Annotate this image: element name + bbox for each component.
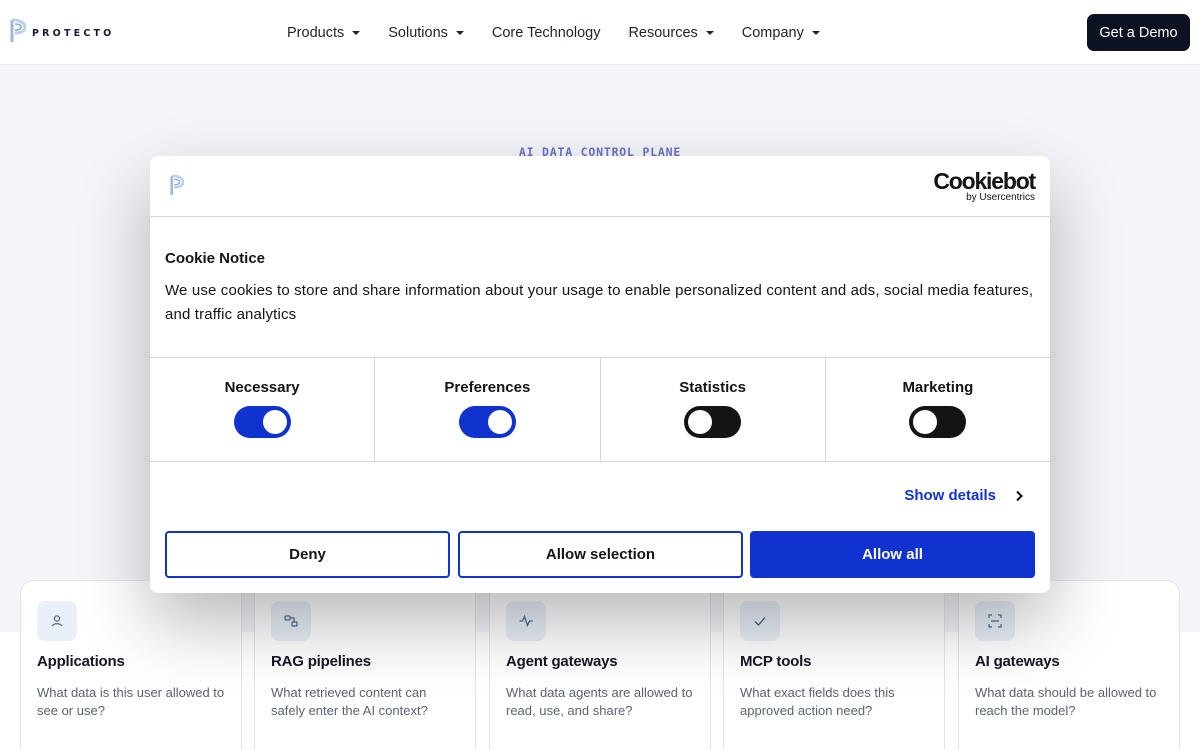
consent-toggles: Necessary Preferences Statistics Marketi… <box>150 357 1050 462</box>
card-agent-gateways[interactable]: Agent gateways What data agents are allo… <box>489 580 711 750</box>
card-rag-pipelines[interactable]: RAG pipelines What retrieved content can… <box>254 580 476 750</box>
statistics-switch[interactable] <box>684 406 742 438</box>
toggle-label: Marketing <box>902 379 974 396</box>
cookiebot-wordmark: Cookiebot <box>933 168 1036 194</box>
card-text: What data is this user allowed to see or… <box>37 685 225 718</box>
toggle-label: Preferences <box>444 379 531 396</box>
protecto-logo-icon <box>170 174 184 196</box>
show-details-link[interactable]: Show details <box>904 487 996 504</box>
necessary-switch[interactable] <box>233 406 291 438</box>
nav-core-technology[interactable]: Core Technology <box>492 25 601 41</box>
scan-icon <box>975 601 1015 641</box>
card-title: RAG pipelines <box>271 653 371 670</box>
dialog-header: Cookiebot by Usercentrics <box>150 156 1050 217</box>
card-text: What data agents are allowed to read, us… <box>506 685 693 718</box>
nav-label: Solutions <box>388 24 448 41</box>
nav-solutions[interactable]: Solutions <box>388 25 464 41</box>
protecto-logo[interactable]: PROTECTO <box>10 18 114 44</box>
card-applications[interactable]: Applications What data is this user allo… <box>20 580 242 750</box>
card-title: Applications <box>37 653 125 670</box>
card-text: What exact fields does this approved act… <box>740 685 895 718</box>
check-icon <box>740 601 780 641</box>
protecto-logo-icon <box>10 18 26 42</box>
switch-knob <box>688 410 713 434</box>
nav-label: Company <box>741 24 804 41</box>
site-header: PROTECTO Products Solutions Core Technol… <box>0 0 1200 65</box>
chevron-down-icon <box>455 30 464 35</box>
toggle-preferences: Preferences <box>375 358 601 461</box>
pipeline-icon <box>271 601 311 641</box>
logo-wordmark: PROTECTO <box>32 28 115 39</box>
main-nav: Products Solutions Core Technology Resou… <box>287 0 848 65</box>
cookie-notice-text: We use cookies to store and share inform… <box>165 282 1034 323</box>
card-text: What data should be allowed to reach the… <box>975 685 1157 718</box>
activity-icon <box>506 601 546 641</box>
chevron-right-icon[interactable] <box>1013 490 1025 502</box>
deny-button[interactable]: Deny <box>165 531 450 578</box>
nav-label: Products <box>287 24 345 41</box>
switch-knob <box>262 410 287 434</box>
card-title: Agent gateways <box>506 653 618 670</box>
preferences-switch[interactable] <box>458 406 516 438</box>
nav-company[interactable]: Company <box>742 25 820 41</box>
allow-selection-button[interactable]: Allow selection <box>458 531 743 578</box>
nav-resources[interactable]: Resources <box>628 24 714 41</box>
cookiebot-logo[interactable]: Cookiebot by Usercentrics <box>933 168 1036 203</box>
chevron-down-icon <box>352 30 361 35</box>
card-title: MCP tools <box>740 653 812 670</box>
toggle-statistics: Statistics <box>601 358 826 461</box>
card-text: What retrieved content can safely enter … <box>271 685 428 718</box>
chevron-down-icon <box>705 30 714 35</box>
toggle-marketing: Marketing <box>826 358 1050 461</box>
card-title: AI gateways <box>975 653 1060 670</box>
nav-label: Resources <box>628 24 698 41</box>
nav-label: Core Technology <box>491 24 601 41</box>
toggle-necessary: Necessary <box>150 358 376 461</box>
card-mcp-tools[interactable]: MCP tools What exact fields does this ap… <box>723 580 945 750</box>
card-ai-gateways[interactable]: AI gateways What data should be allowed … <box>958 580 1180 750</box>
marketing-switch[interactable] <box>909 406 967 438</box>
user-icon <box>37 601 77 641</box>
switch-knob <box>487 410 512 434</box>
get-demo-button[interactable]: Get a Demo <box>1087 14 1190 51</box>
chevron-down-icon <box>811 30 820 35</box>
toggle-label: Necessary <box>224 379 300 396</box>
toggle-label: Statistics <box>679 379 746 396</box>
switch-knob <box>913 410 938 434</box>
nav-products[interactable]: Products <box>287 24 361 41</box>
cookie-consent-dialog: Cookiebot by Usercentrics Cookie Notice … <box>150 156 1050 593</box>
allow-all-button[interactable]: Allow all <box>750 531 1035 578</box>
cookie-notice-title: Cookie Notice <box>165 250 266 267</box>
